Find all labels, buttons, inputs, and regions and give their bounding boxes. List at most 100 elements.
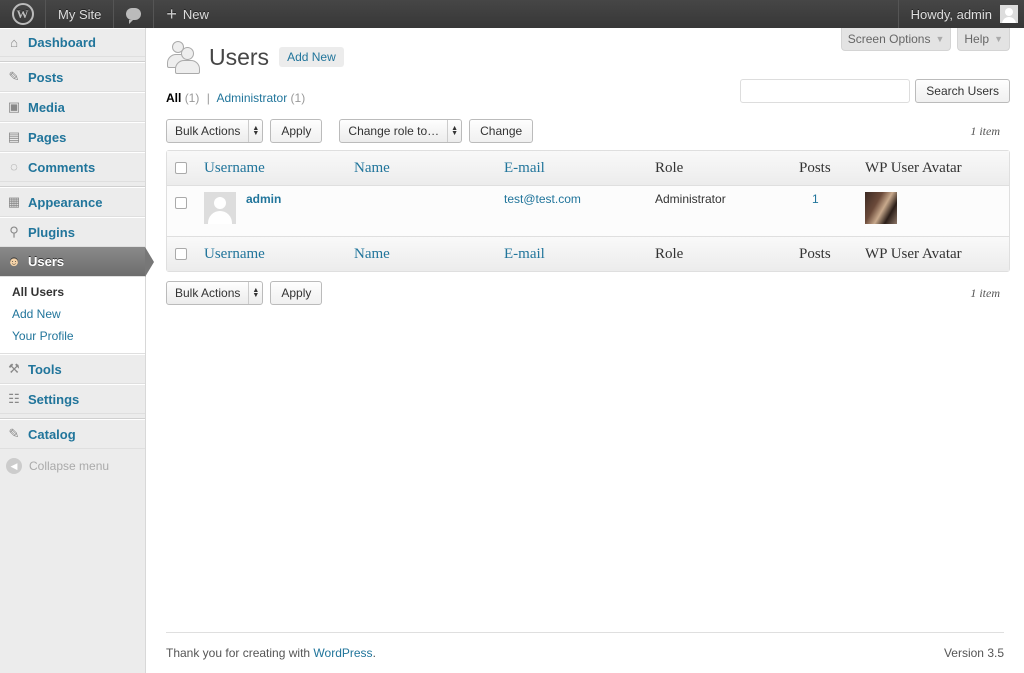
column-avatar: WP User Avatar	[865, 159, 962, 176]
users-table: Username Name E-mail Role Posts WP User …	[166, 150, 1010, 272]
table-footer-row: Username Name E-mail Role Posts WP User …	[167, 236, 1009, 271]
sidebar-item-catalog[interactable]: ✎ Catalog	[0, 419, 145, 449]
tablenav-bottom: Bulk Actions ▲ ▼ Apply 1 item	[166, 280, 1010, 306]
sidebar-item-label: Tools	[28, 361, 62, 377]
item-count: 1 item	[970, 285, 1000, 300]
new-content-button[interactable]: + New	[154, 0, 221, 28]
sidebar-item-label: Dashboard	[28, 35, 96, 50]
sidebar-item-media[interactable]: ▣ Media	[0, 92, 145, 122]
submenu-item-all-users[interactable]: All Users	[12, 281, 145, 303]
table-row: admin test@test.com Administrator 1	[167, 186, 1009, 236]
sidebar-item-plugins[interactable]: ⚲ Plugins	[0, 217, 145, 247]
help-label: Help	[964, 32, 990, 46]
admin-footer: Thank you for creating with WordPress. V…	[166, 632, 1004, 660]
apply-button[interactable]: Apply	[270, 281, 323, 305]
role-filter-links: All (1) | Administrator (1)	[166, 91, 305, 105]
column-role: Role	[655, 245, 684, 262]
change-role-value: Change role to…	[348, 124, 440, 138]
default-avatar-icon	[204, 192, 236, 224]
page-title: Users	[209, 43, 270, 70]
sidebar-item-label: Posts	[28, 69, 64, 85]
filter-all-link[interactable]: All	[166, 91, 181, 105]
username-link[interactable]: admin	[246, 192, 281, 206]
sidebar-item-posts[interactable]: ✎ Posts	[0, 62, 145, 92]
users-icon: ☻	[7, 253, 21, 269]
bulk-actions-select[interactable]: Bulk Actions ▲ ▼	[166, 281, 264, 305]
change-role-button[interactable]: Change	[469, 119, 534, 143]
admin-bar: W My Site + New Howdy, admin	[0, 0, 1024, 28]
sidebar-item-tools[interactable]: ⚒ Tools	[0, 354, 145, 384]
sidebar-item-settings[interactable]: ☷ Settings	[0, 384, 145, 414]
pushpin-icon: ✎	[8, 426, 20, 441]
column-name[interactable]: Name	[354, 246, 390, 263]
sidebar-item-label: Plugins	[28, 224, 75, 240]
users-submenu: All Users Add New Your Profile	[0, 277, 145, 354]
select-all-checkbox[interactable]	[175, 162, 187, 174]
column-posts: Posts	[799, 159, 831, 176]
admin-sidebar: ⌂ Dashboard ✎ Posts ▣ Media ▤ Pages ◌ Co…	[0, 28, 154, 673]
table-header-row: Username Name E-mail Role Posts WP User …	[167, 151, 1009, 186]
sidebar-item-users[interactable]: ☻ Users	[0, 247, 154, 277]
sidebar-item-pages[interactable]: ▤ Pages	[0, 122, 145, 152]
add-new-user-button[interactable]: Add New	[279, 47, 344, 67]
bulk-actions-select[interactable]: Bulk Actions ▲ ▼	[166, 119, 264, 143]
wordpress-logo-button[interactable]: W	[0, 0, 46, 28]
sidebar-item-label: Pages	[28, 129, 67, 145]
pages-icon: ▤	[7, 129, 21, 144]
column-username[interactable]: Username	[204, 160, 265, 177]
select-all-checkbox[interactable]	[175, 248, 187, 260]
select-arrows-icon: ▲ ▼	[248, 120, 262, 142]
my-account-menu[interactable]: Howdy, admin	[897, 0, 1024, 28]
help-button[interactable]: Help ▼	[957, 28, 1010, 51]
admin-avatar-icon	[1000, 5, 1018, 23]
column-name[interactable]: Name	[354, 160, 390, 177]
footer-thanks-text: Thank you for creating with	[166, 646, 311, 660]
select-arrows-icon: ▲ ▼	[248, 282, 262, 304]
media-icon: ▣	[7, 99, 21, 114]
comments-button[interactable]	[114, 0, 155, 28]
sidebar-item-dashboard[interactable]: ⌂ Dashboard	[0, 28, 145, 57]
users-page-icon	[166, 40, 200, 74]
collapse-menu-label: Collapse menu	[29, 459, 110, 473]
submenu-item-your-profile[interactable]: Your Profile	[12, 325, 145, 347]
filter-administrator-link[interactable]: Administrator	[217, 91, 288, 105]
column-username[interactable]: Username	[204, 246, 265, 263]
version-label: Version 3.5	[943, 646, 1004, 660]
search-users-button[interactable]: Search Users	[915, 79, 1010, 103]
sidebar-item-appearance[interactable]: ▦ Appearance	[0, 187, 145, 217]
settings-icon: ☷	[8, 391, 20, 406]
filter-separator: |	[206, 91, 210, 105]
caret-down-icon: ▼	[935, 34, 945, 44]
apply-button[interactable]: Apply	[270, 119, 323, 143]
site-name-link[interactable]: My Site	[46, 0, 115, 28]
sidebar-item-comments[interactable]: ◌ Comments	[0, 152, 145, 182]
column-email[interactable]: E-mail	[504, 246, 545, 263]
change-role-select[interactable]: Change role to… ▲ ▼	[339, 119, 463, 143]
appearance-icon: ▦	[7, 194, 21, 209]
sidebar-item-label: Comments	[28, 159, 96, 175]
comment-bubble-icon	[126, 8, 142, 24]
sidebar-item-label: Catalog	[28, 426, 76, 442]
posts-count-link[interactable]: 1	[812, 192, 819, 206]
wordpress-link[interactable]: WordPress	[313, 646, 372, 660]
bulk-actions-value: Bulk Actions	[175, 124, 241, 138]
collapse-menu-button[interactable]: ◀ Collapse menu	[0, 449, 145, 483]
collapse-arrow-icon: ◀	[6, 458, 22, 474]
role-cell: Administrator	[655, 192, 726, 206]
screen-options-label: Screen Options	[847, 32, 931, 46]
row-checkbox[interactable]	[175, 197, 187, 209]
tablenav-top: Bulk Actions ▲ ▼ Apply Change role to… ▲ ▼…	[166, 118, 1010, 144]
column-posts: Posts	[799, 245, 831, 262]
item-count: 1 item	[970, 123, 1000, 138]
submenu-item-add-new[interactable]: Add New	[12, 303, 145, 325]
wordpress-logo-icon: W	[11, 3, 34, 25]
plugins-icon: ⚲	[9, 224, 19, 239]
email-link[interactable]: test@test.com	[504, 192, 581, 206]
column-avatar: WP User Avatar	[865, 245, 962, 262]
screen-options-button[interactable]: Screen Options ▼	[840, 28, 952, 51]
column-email[interactable]: E-mail	[504, 160, 545, 177]
search-users-input[interactable]	[740, 79, 911, 103]
sidebar-item-label: Media	[28, 99, 65, 115]
sidebar-item-label: Appearance	[28, 194, 103, 210]
comments-icon: ◌	[10, 159, 18, 174]
